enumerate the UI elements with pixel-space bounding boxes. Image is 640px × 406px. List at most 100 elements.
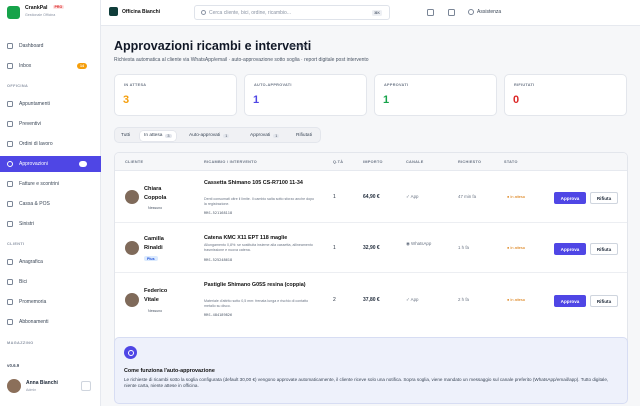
sidebar-item-label: Appuntamenti [19, 101, 50, 107]
stat-value: 3 [123, 94, 130, 106]
sidebar-item-label: Anagrafica [19, 259, 43, 265]
sidebar-item-label: Dashboard [19, 43, 44, 49]
info-icon [124, 346, 137, 359]
sidebar-item-dashboard[interactable]: Dashboard [0, 38, 101, 54]
client-plan: Plus [144, 256, 158, 261]
book-icon[interactable] [448, 9, 455, 16]
stat-value: 0 [513, 94, 520, 106]
wrench-icon [7, 141, 13, 147]
avatar [125, 293, 139, 307]
part-name: Cassetta Shimano 105 CS-R7100 11-34 [204, 180, 303, 186]
table-row[interactable]: Camilla Rinaldi Plus Catena KMC X11 EPT … [115, 223, 627, 273]
sidebar-item-label: Approvazioni [19, 161, 48, 167]
tab-auto-approvati[interactable]: Auto-approvati 1 [189, 131, 230, 141]
request-code: RRS-525248618 [204, 258, 233, 262]
tab-in-attesa[interactable]: In attesa 3 [140, 130, 176, 141]
stat-value: 1 [383, 94, 390, 106]
col-header: RICHIESTO [458, 160, 482, 164]
inbox-icon [7, 63, 13, 69]
page-subtitle: Richiesta automatica al cliente via What… [114, 57, 369, 63]
search-input[interactable]: Cerca cliente, bici, ordine, ricambio...… [194, 5, 390, 20]
tab-tutti[interactable]: Tutti [121, 131, 130, 141]
gear-icon [468, 9, 474, 15]
sidebar-item-ordini[interactable]: Ordini di lavoro [0, 136, 101, 152]
avatar[interactable] [7, 379, 21, 393]
receipt-icon [7, 181, 13, 187]
stat-label: RIFIUTATI [514, 83, 535, 87]
version-label: v0.6.9 [7, 363, 20, 368]
section-officina: OFFICINA [7, 84, 29, 88]
info-panel: Come funziona l'auto-approvazione Le ric… [114, 337, 628, 404]
stat-label: IN ATTESA [124, 83, 147, 87]
part-description: Allungamento 0,8%: se sostituita insieme… [204, 243, 313, 252]
sidebar-item-label: Fatture e scontrini [19, 181, 60, 187]
sidebar-item-cassa[interactable]: Cassa & POS [0, 196, 101, 212]
dashboard-icon [7, 43, 13, 49]
tab-label: Auto-approvati [189, 133, 221, 138]
info-text: Le richieste di ricambi sotto la soglia … [124, 377, 609, 389]
sidebar-item-label: Promemoria [19, 299, 47, 305]
inbox-count-badge: 14 [77, 63, 87, 69]
approve-button[interactable]: Approva [554, 295, 586, 307]
sidebar-item-label: Sinistri [19, 221, 35, 227]
part-description: Denti consumati oltre il limite. Il camb… [204, 197, 315, 206]
sidebar-item-abbonamenti[interactable]: Abbonamenti [0, 314, 101, 330]
approvals-table: CLIENTE RICAMBIO / INTERVENTO Q.TÀ IMPOR… [114, 152, 628, 354]
part-description: Materiale d'attrito sotto 0,5 mm: frenat… [204, 299, 309, 308]
amount: 64,90 € [363, 194, 380, 200]
shield-icon [7, 221, 13, 227]
stat-label: APPROVATI [384, 83, 409, 87]
client-plan: Nessuno [148, 309, 163, 313]
stat-value: 1 [253, 94, 260, 106]
sidebar-item-label: Preventivi [19, 121, 41, 127]
shop-name[interactable]: Officina Bianchi [122, 9, 160, 15]
table-row[interactable]: Chiara Coppola Nessuno Cassetta Shimano … [115, 171, 627, 223]
assistance-link[interactable]: Assistenza [477, 9, 501, 15]
tab-count: 1 [273, 133, 280, 138]
sidebar-item-anagrafica[interactable]: Anagrafica [0, 254, 101, 270]
reject-button[interactable]: Rifiuta [590, 295, 618, 307]
avatar [125, 241, 139, 255]
logout-icon[interactable] [81, 381, 91, 391]
requested-time: 1 h fa [458, 245, 469, 250]
table-row[interactable]: Federico Vitale Nessuno Pastiglie Shiman… [115, 273, 627, 327]
sidebar-item-preventivi[interactable]: Preventivi [0, 116, 101, 132]
sidebar-item-sinistri[interactable]: Sinistri [0, 216, 101, 232]
section-magazzino: MAGAZZINO [7, 341, 34, 345]
status-badge: ● In attesa [507, 195, 525, 199]
tab-rifiutati[interactable]: Rifiutati [296, 131, 312, 141]
sidebar-item-inbox[interactable]: Inbox 14 [0, 58, 101, 74]
repeat-icon [7, 319, 13, 325]
status-badge: ● In attesa [507, 246, 525, 250]
sidebar-item-promemoria[interactable]: Promemoria [0, 294, 101, 310]
search-icon [201, 10, 206, 15]
stat-card-pending: IN ATTESA 3 [114, 74, 237, 116]
sidebar-item-bici[interactable]: Bici [0, 274, 101, 290]
col-header: Q.TÀ [333, 160, 344, 164]
sidebar-item-fatture[interactable]: Fatture e scontrini [0, 176, 101, 192]
request-code: RRS-521168118 [204, 211, 233, 215]
tab-approvati[interactable]: Approvati 1 [250, 131, 280, 141]
shortcut-hint: ⌘K [372, 9, 382, 16]
col-header: CLIENTE [125, 160, 144, 164]
bicycle-icon [7, 279, 13, 285]
col-header: RICAMBIO / INTERVENTO [204, 160, 257, 164]
reject-button[interactable]: Rifiuta [590, 243, 618, 255]
paperless-tag: paperless [290, 44, 307, 48]
client-name: Federico Vitale [144, 288, 168, 303]
reject-button[interactable]: Rifiuta [590, 192, 618, 204]
pro-badge: PRO [53, 5, 64, 9]
approve-button[interactable]: Approva [554, 192, 586, 204]
tab-label: Approvati [250, 133, 271, 138]
amount: 32,90 € [363, 245, 380, 251]
sidebar-item-approvazioni[interactable]: Approvazioni [0, 156, 101, 172]
status-badge: ● In attesa [507, 298, 525, 302]
bell-icon [7, 299, 13, 305]
col-header: CANALE [406, 160, 424, 164]
sidebar-item-appuntamenti[interactable]: Appuntamenti [0, 96, 101, 112]
channel: ✓ App [406, 297, 419, 302]
topbar: Officina Bianchi Cerca cliente, bici, or… [101, 0, 640, 26]
sidebar-item-label: Inbox [19, 63, 32, 69]
approve-button[interactable]: Approva [554, 243, 586, 255]
bell-icon[interactable] [427, 9, 434, 16]
